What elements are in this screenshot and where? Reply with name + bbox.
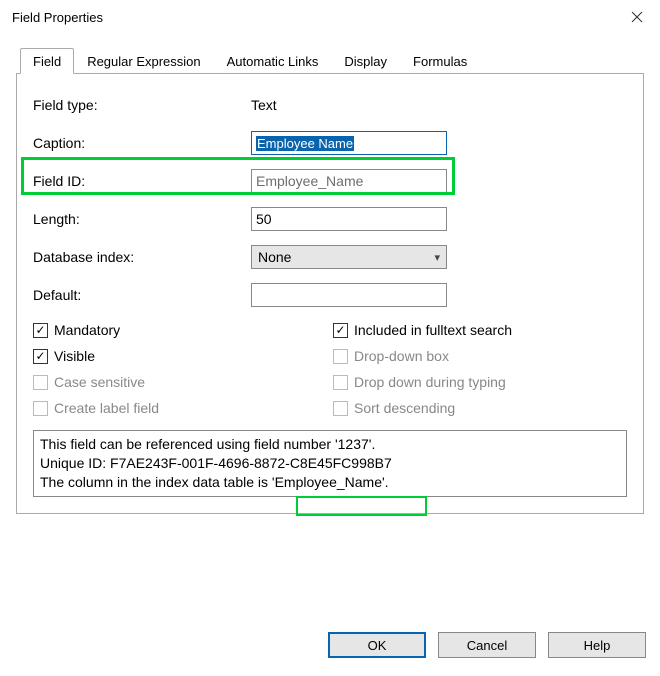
check-sort-descending: Sort descending: [333, 400, 627, 416]
dialog-button-row: OK Cancel Help: [328, 632, 646, 658]
checkbox-icon: ✓: [33, 349, 48, 364]
check-mandatory[interactable]: ✓ Mandatory: [33, 322, 333, 338]
default-label: Default:: [33, 287, 251, 303]
caption-input-value: Employee Name: [256, 136, 354, 151]
check-visible-label: Visible: [54, 348, 95, 364]
help-button[interactable]: Help: [548, 632, 646, 658]
checkbox-grid: ✓ Mandatory ✓ Included in fulltext searc…: [33, 322, 627, 416]
caption-label: Caption:: [33, 135, 251, 151]
tab-field[interactable]: Field: [20, 48, 74, 74]
checkbox-icon: ✓: [33, 323, 48, 338]
row-field-type: Field type: Text: [33, 88, 627, 122]
checkbox-icon: ✓: [333, 323, 348, 338]
check-dropdown-box: Drop-down box: [333, 348, 627, 364]
database-index-value: None: [258, 249, 291, 265]
dialog-content: Field Regular Expression Automatic Links…: [0, 34, 660, 514]
check-visible[interactable]: ✓ Visible: [33, 348, 333, 364]
check-case-sensitive: Case sensitive: [33, 374, 333, 390]
check-dropdown-typing-label: Drop down during typing: [354, 374, 506, 390]
tab-automatic-links[interactable]: Automatic Links: [214, 48, 332, 74]
field-type-label: Field type:: [33, 97, 251, 113]
info-box: This field can be referenced using field…: [33, 430, 627, 497]
check-included-fulltext[interactable]: ✓ Included in fulltext search: [333, 322, 627, 338]
window-title: Field Properties: [12, 10, 103, 25]
tab-formulas[interactable]: Formulas: [400, 48, 480, 74]
info-line-1: This field can be referenced using field…: [40, 435, 620, 454]
close-button[interactable]: [614, 0, 660, 34]
checkbox-icon: [33, 375, 48, 390]
check-create-label-label: Create label field: [54, 400, 159, 416]
tabstrip: Field Regular Expression Automatic Links…: [16, 46, 644, 74]
tab-regular-expression[interactable]: Regular Expression: [74, 48, 213, 74]
checkbox-icon: [333, 375, 348, 390]
length-label: Length:: [33, 211, 251, 227]
field-id-value: Employee_Name: [256, 173, 363, 189]
ok-button[interactable]: OK: [328, 632, 426, 658]
check-included-fulltext-label: Included in fulltext search: [354, 322, 512, 338]
check-create-label: Create label field: [33, 400, 333, 416]
check-dropdown-box-label: Drop-down box: [354, 348, 449, 364]
tab-display[interactable]: Display: [331, 48, 400, 74]
check-dropdown-typing: Drop down during typing: [333, 374, 627, 390]
info-line-2: Unique ID: F7AE243F-001F-4696-8872-C8E45…: [40, 454, 620, 473]
database-index-dropdown[interactable]: None ▾: [251, 245, 447, 269]
field-id-input: Employee_Name: [251, 169, 447, 193]
titlebar: Field Properties: [0, 0, 660, 34]
field-id-label: Field ID:: [33, 173, 251, 189]
row-database-index: Database index: None ▾: [33, 240, 627, 274]
chevron-down-icon: ▾: [434, 251, 440, 264]
row-length: Length:: [33, 202, 627, 236]
caption-input[interactable]: Employee Name: [251, 131, 447, 155]
check-sort-descending-label: Sort descending: [354, 400, 455, 416]
length-input[interactable]: [251, 207, 447, 231]
field-tab-panel: Field type: Text Caption: Employee Name …: [16, 74, 644, 514]
checkbox-icon: [33, 401, 48, 416]
default-input[interactable]: [251, 283, 447, 307]
row-field-id: Field ID: Employee_Name: [33, 164, 627, 198]
check-mandatory-label: Mandatory: [54, 322, 120, 338]
database-index-label: Database index:: [33, 249, 251, 265]
close-icon: [631, 11, 643, 23]
checkbox-icon: [333, 349, 348, 364]
info-line-3: The column in the index data table is 'E…: [40, 473, 620, 492]
check-case-sensitive-label: Case sensitive: [54, 374, 145, 390]
cancel-button[interactable]: Cancel: [438, 632, 536, 658]
row-default: Default:: [33, 278, 627, 312]
field-type-value: Text: [251, 97, 447, 113]
row-caption: Caption: Employee Name: [33, 126, 627, 160]
checkbox-icon: [333, 401, 348, 416]
